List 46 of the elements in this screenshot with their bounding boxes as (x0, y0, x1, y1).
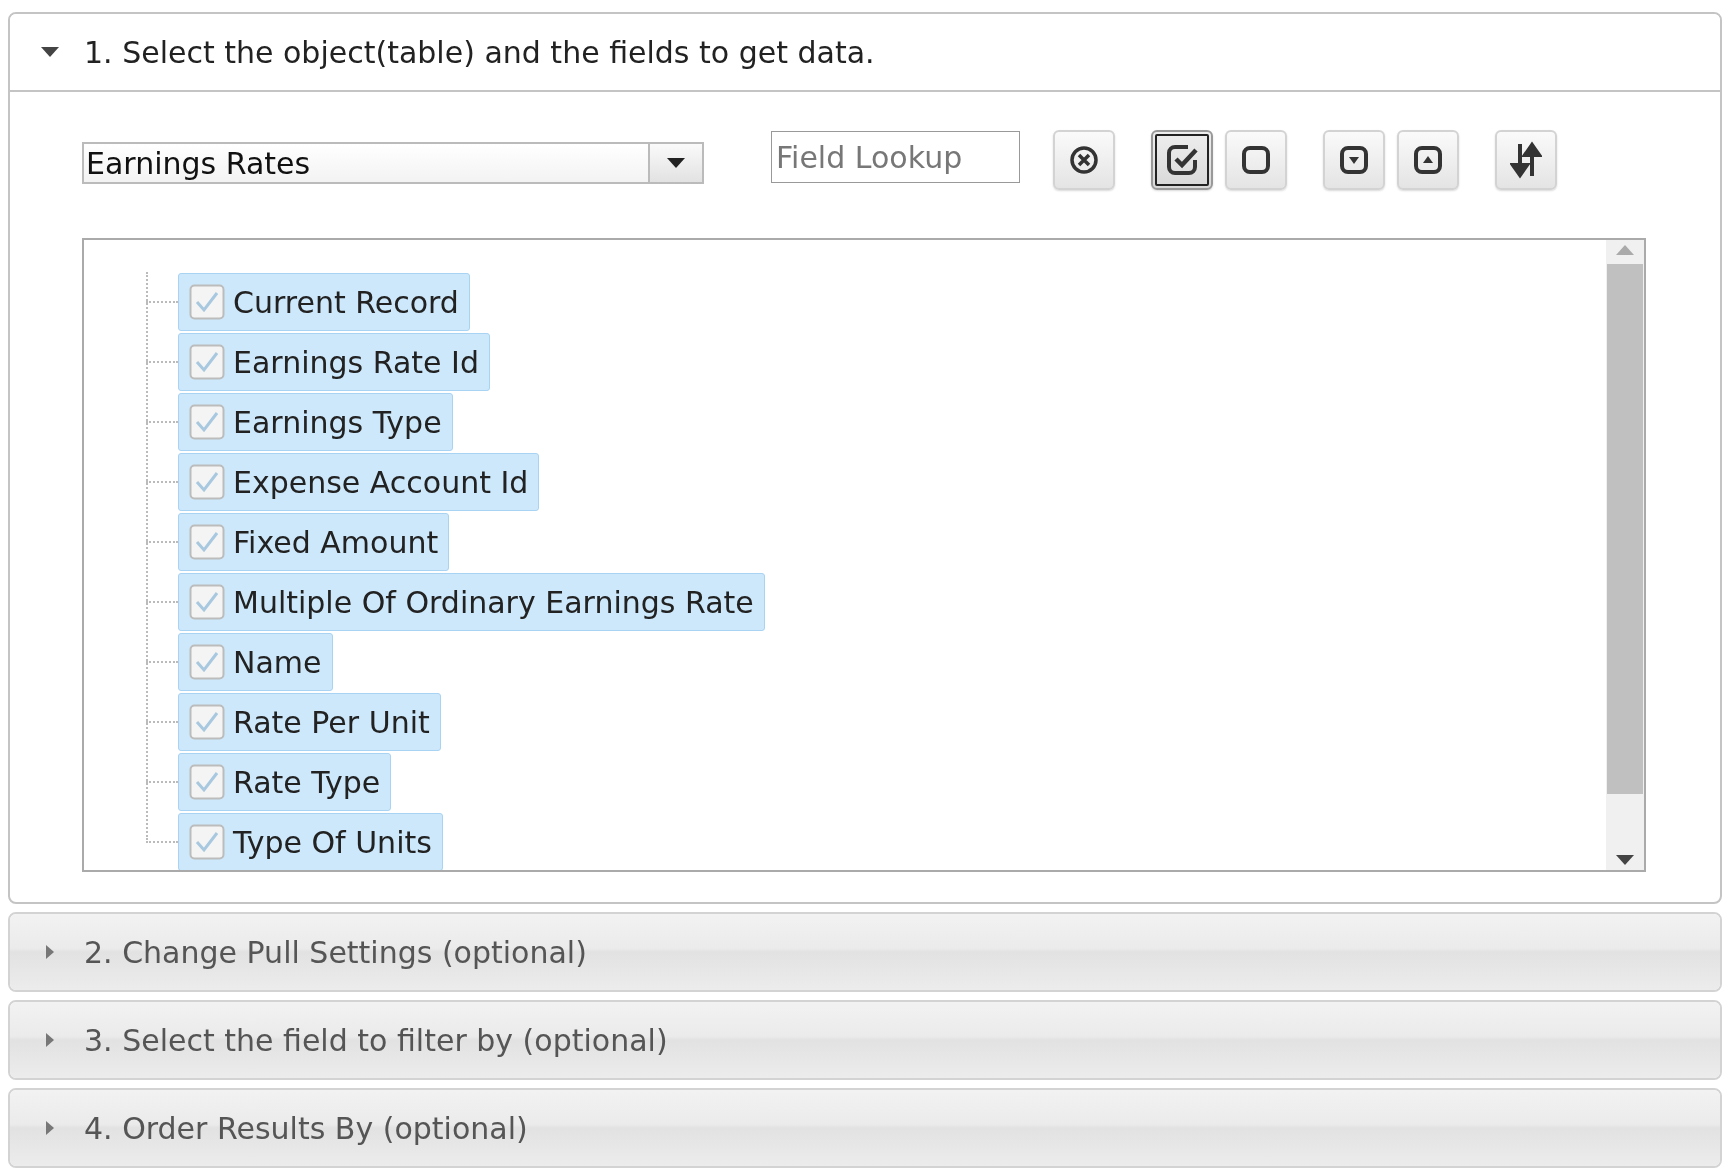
check-all-button[interactable] (1151, 130, 1213, 190)
checkbox[interactable] (189, 524, 225, 560)
checkbox[interactable] (189, 584, 225, 620)
clear-button[interactable] (1053, 130, 1115, 190)
square-down-icon (1338, 144, 1370, 176)
caret-down-icon (666, 157, 686, 169)
close-circle-icon (1068, 144, 1100, 176)
section-title: 4. Order Results By (optional) (84, 1110, 528, 1146)
accordion-header-bar[interactable]: 4. Order Results By (optional) (8, 1088, 1722, 1168)
checkbox[interactable] (189, 404, 225, 440)
field-tree-item[interactable]: Rate Type (178, 753, 392, 811)
uncheck-all-button[interactable] (1225, 130, 1287, 190)
accordion-header-bar[interactable]: 3. Select the field to filter by (optional) (8, 1000, 1722, 1080)
field-tree-item[interactable]: Earnings Type (178, 393, 453, 451)
accordion-header[interactable]: 1. Select the object(table) and the fields to get data. (10, 14, 1720, 92)
field-tree-item[interactable]: Rate Per Unit (178, 693, 441, 751)
checkbox[interactable] (189, 824, 225, 860)
section-title: 1. Select the object(table) and the fields to get data. (84, 34, 875, 70)
expand-button[interactable] (1323, 130, 1385, 190)
accordion-header-bar[interactable]: 2. Change Pull Settings (optional) (8, 912, 1722, 992)
checkbox[interactable] (189, 764, 225, 800)
sort-button[interactable] (1495, 130, 1557, 190)
checkbox-checked-icon (1164, 142, 1200, 178)
field-tree-item[interactable]: Expense Account Id (178, 453, 540, 511)
checkbox[interactable] (189, 704, 225, 740)
scroll-up-icon[interactable] (1615, 244, 1635, 256)
field-tree-item[interactable]: Earnings Rate Id (178, 333, 490, 391)
scrollbar[interactable] (1606, 240, 1644, 870)
checkbox[interactable] (189, 284, 225, 320)
checkbox[interactable] (189, 464, 225, 500)
checkbox-empty-icon (1240, 144, 1272, 176)
scroll-down-icon[interactable] (1615, 854, 1635, 866)
field-tree-item[interactable]: Multiple Of Ordinary Earnings Rate (178, 573, 765, 631)
field-tree-item[interactable]: Type Of Units (178, 813, 443, 870)
field-tree-item[interactable]: Current Record (178, 273, 470, 331)
section-title: 2. Change Pull Settings (optional) (84, 934, 587, 970)
field-lookup-field[interactable]: Field Lookup (771, 131, 1020, 183)
collapse-button[interactable] (1397, 130, 1459, 190)
sort-arrows-icon (1510, 141, 1542, 179)
object-dropdown[interactable]: Earnings Rates (82, 142, 704, 184)
section-title: 3. Select the field to filter by (optional) (84, 1022, 668, 1058)
field-tree-item[interactable]: Name (178, 633, 333, 691)
field-tree-item[interactable]: Fixed Amount (178, 513, 450, 571)
square-up-icon (1412, 144, 1444, 176)
checkbox[interactable] (189, 344, 225, 380)
checkbox[interactable] (189, 644, 225, 680)
